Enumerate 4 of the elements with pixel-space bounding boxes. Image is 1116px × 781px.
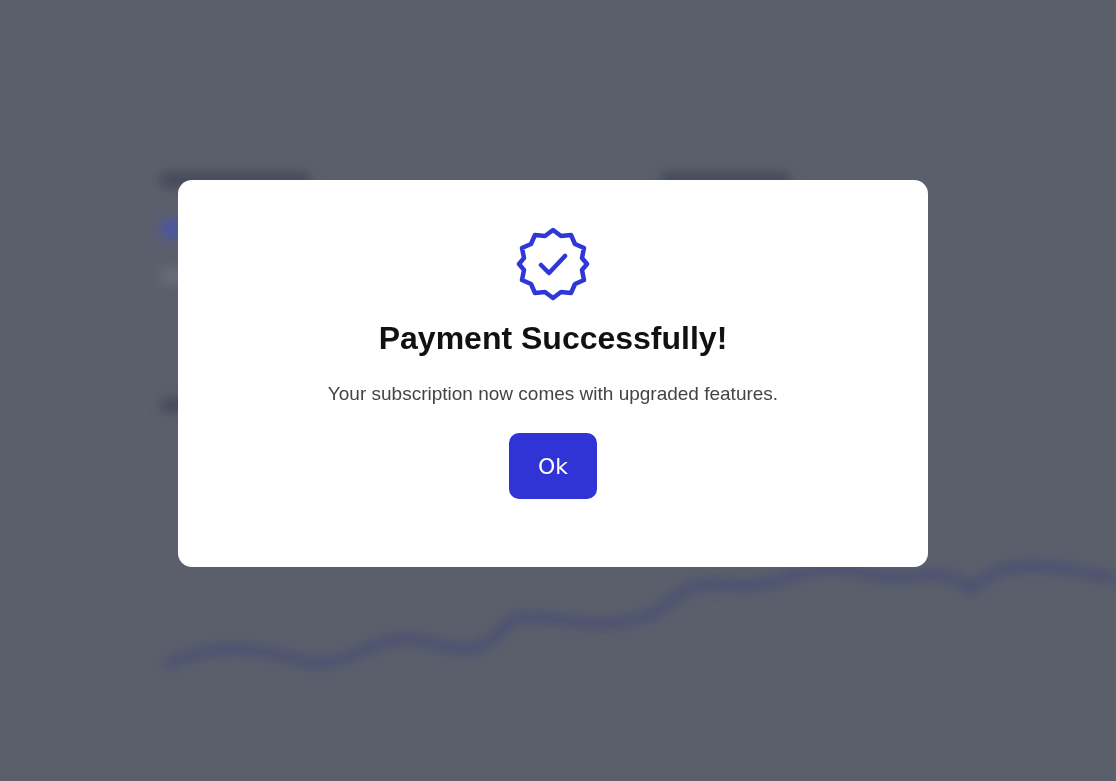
verified-badge-icon [515,226,591,302]
ok-button[interactable]: Ok [509,433,597,499]
dialog-title: Payment Successfully! [378,320,728,357]
dialog-message: Your subscription now comes with upgraded features. [327,383,779,405]
